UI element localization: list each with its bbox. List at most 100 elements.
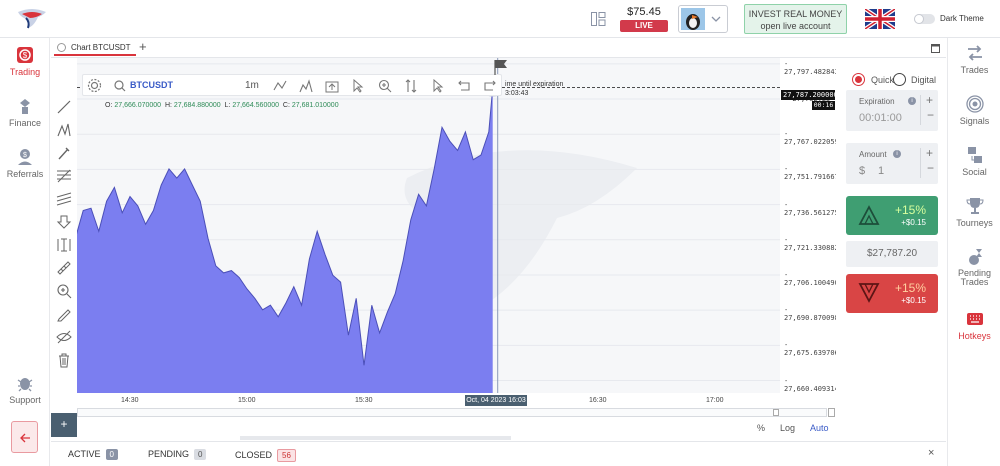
- x-tick-label: 15:30: [355, 397, 373, 404]
- brush-icon[interactable]: [56, 145, 72, 161]
- trading-icon: $: [17, 47, 33, 63]
- trades-icon: [967, 45, 982, 61]
- nav-signals[interactable]: Signals: [948, 95, 1000, 126]
- trash-icon[interactable]: [56, 352, 72, 368]
- channel-icon[interactable]: [56, 191, 72, 207]
- countdown-label: 00:16: [812, 101, 835, 110]
- balance-amount: $75.45: [627, 6, 661, 18]
- amount-field[interactable]: Amount i $ 1 + −: [846, 143, 938, 184]
- maximize-icon[interactable]: [931, 44, 940, 53]
- x-tick-label: 15:00: [238, 397, 256, 404]
- expiration-value[interactable]: 00:01:00: [859, 112, 902, 124]
- ohlc-readout: O: 27,666.070000 H: 27,684.880000 L: 27,…: [105, 102, 339, 109]
- zoom-in-icon[interactable]: [56, 283, 72, 299]
- trend-line-icon[interactable]: [56, 99, 72, 115]
- pitchfork-icon[interactable]: [56, 122, 72, 138]
- text-icon[interactable]: [56, 237, 72, 253]
- templates-icon[interactable]: [325, 79, 339, 93]
- redo-icon[interactable]: [483, 79, 497, 93]
- pencil-icon[interactable]: [56, 306, 72, 322]
- scroll-handle[interactable]: [773, 409, 779, 416]
- fib-icon[interactable]: [56, 168, 72, 184]
- tab-active[interactable]: ACTIVE 0: [68, 449, 118, 460]
- dark-theme-toggle[interactable]: [914, 14, 935, 24]
- nav-trades-label: Trades: [960, 65, 989, 75]
- symbol-label[interactable]: BTCUSDT: [130, 80, 173, 90]
- call-up-button[interactable]: +15% +$0.15: [846, 196, 938, 235]
- amount-plus-button[interactable]: +: [926, 146, 933, 160]
- undo-icon[interactable]: [457, 79, 471, 93]
- arrow-down-icon[interactable]: [56, 214, 72, 230]
- live-badge[interactable]: LIVE: [620, 20, 668, 32]
- ohlc-open: 27,666.070000: [114, 102, 162, 109]
- nav-finance[interactable]: Finance: [0, 97, 50, 128]
- put-down-button[interactable]: +15% +$0.15: [846, 274, 938, 313]
- nav-trades[interactable]: Trades: [948, 44, 1000, 75]
- invest-real-money-button[interactable]: INVEST REAL MONEY open live account: [744, 4, 847, 34]
- current-price-label: 27,787.200000: [781, 90, 838, 100]
- expiration-info-icon[interactable]: i: [908, 97, 916, 105]
- tab-pending[interactable]: PENDING 0: [148, 449, 207, 460]
- tab-active-label: ACTIVE: [68, 449, 101, 459]
- y-tick-label: - 27,751.791667: [784, 165, 839, 182]
- add-chart-button[interactable]: +: [139, 39, 147, 54]
- tab-closed[interactable]: CLOSED 56: [235, 449, 296, 462]
- tab-closed-label: CLOSED: [235, 450, 273, 460]
- nav-hotkeys[interactable]: Hotkeys: [948, 310, 1000, 341]
- ruler-icon[interactable]: [56, 260, 72, 276]
- nav-support[interactable]: Support: [0, 374, 50, 405]
- right-nav: Trades Signals Social Tourneys Pending T…: [947, 38, 1000, 466]
- arrow-left-icon: [20, 433, 30, 443]
- chart-toolbar: BTCUSDT 1m: [82, 74, 502, 96]
- logo-icon[interactable]: [14, 6, 50, 32]
- indicators-icon[interactable]: [299, 79, 313, 93]
- zoom-icon[interactable]: [378, 79, 392, 93]
- cursor-icon[interactable]: [351, 79, 365, 93]
- nav-referrals[interactable]: $ Referrals: [0, 148, 50, 179]
- scale-auto-button[interactable]: Auto: [810, 423, 829, 433]
- timeframe-select[interactable]: 1m: [245, 80, 259, 91]
- timeline-scrollbar[interactable]: [77, 408, 827, 417]
- quick-radio[interactable]: [852, 73, 865, 86]
- scale-percent-button[interactable]: %: [757, 423, 765, 433]
- amount-minus-button[interactable]: −: [927, 161, 934, 175]
- close-bottom-panel-button[interactable]: ×: [928, 447, 934, 459]
- nav-trading[interactable]: $ Trading: [0, 46, 50, 77]
- scroll-handle-right[interactable]: [828, 408, 835, 417]
- expiration-minus-button[interactable]: −: [927, 108, 934, 122]
- time-axis[interactable]: 14:30 15:00 15:30 16:30 17:00: [77, 393, 780, 407]
- nav-tourneys[interactable]: Tourneys: [948, 197, 1000, 228]
- resize-handle[interactable]: [240, 436, 511, 440]
- avatar: [681, 8, 705, 30]
- tab-status-icon: [57, 43, 66, 52]
- vertical-resize-icon[interactable]: [404, 79, 418, 93]
- invest-line1: INVEST REAL MONEY: [748, 9, 843, 19]
- nav-social[interactable]: Social: [948, 146, 1000, 177]
- tab-chart[interactable]: Chart BTCUSDT: [54, 40, 136, 56]
- x-tick-label: 17:00: [706, 397, 724, 404]
- uk-flag-icon[interactable]: [865, 9, 895, 29]
- search-icon[interactable]: [114, 80, 126, 92]
- expiration-field[interactable]: Expiration i 00:01:00 + −: [846, 90, 938, 131]
- top-bar: $75.45 LIVE INVEST REAL MONEY open live …: [0, 0, 1000, 38]
- pointer-icon[interactable]: [431, 79, 445, 93]
- layout-icon[interactable]: [591, 12, 606, 26]
- amount-currency: $: [859, 165, 866, 177]
- amount-value[interactable]: 1: [878, 165, 884, 177]
- collapse-button[interactable]: [11, 421, 38, 453]
- scale-log-button[interactable]: Log: [780, 423, 795, 433]
- account-selector[interactable]: [678, 5, 728, 33]
- settings-gear-icon[interactable]: [87, 78, 102, 93]
- hide-icon[interactable]: [56, 329, 72, 345]
- digital-radio[interactable]: [893, 73, 906, 86]
- nav-pending-trades[interactable]: Pending Trades: [948, 248, 1000, 287]
- y-tick-label: - 27,690.870098: [784, 306, 839, 323]
- y-tick-label: - 27,660.409314: [784, 376, 839, 393]
- amount-info-icon[interactable]: i: [893, 150, 901, 158]
- add-indicator-button[interactable]: +: [51, 413, 77, 437]
- nav-referrals-label: Referrals: [6, 169, 44, 179]
- line-type-icon[interactable]: [273, 79, 287, 93]
- bug-icon: [17, 378, 33, 392]
- expiration-plus-button[interactable]: +: [926, 93, 933, 107]
- amount-label: Amount: [859, 150, 887, 159]
